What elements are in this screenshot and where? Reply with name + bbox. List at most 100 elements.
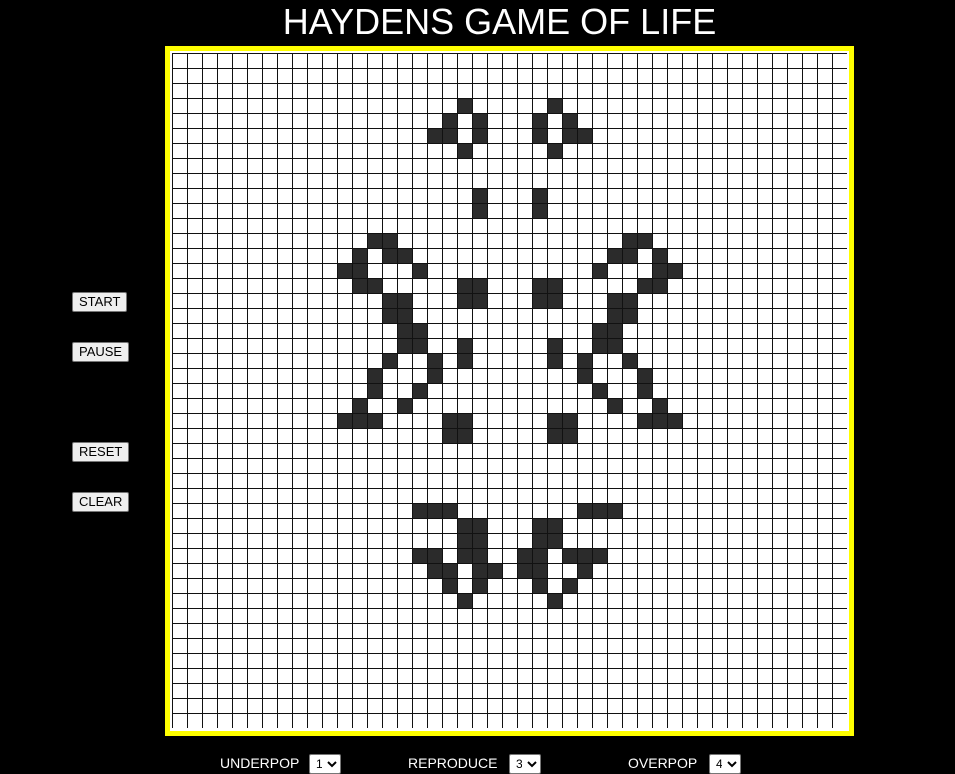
grid-cell[interactable] [517,668,532,683]
grid-cell[interactable] [697,473,712,488]
grid-cell-alive[interactable] [427,563,442,578]
grid-cell[interactable] [517,473,532,488]
grid-cell[interactable] [547,248,562,263]
grid-cell[interactable] [472,353,487,368]
grid-cell[interactable] [367,563,382,578]
grid-cell[interactable] [247,413,262,428]
grid-cell[interactable] [682,353,697,368]
grid-cell-alive[interactable] [457,143,472,158]
grid-cell[interactable] [727,518,742,533]
grid-cell[interactable] [187,158,202,173]
grid-cell[interactable] [457,503,472,518]
grid-cell[interactable] [832,518,847,533]
grid-cell[interactable] [517,173,532,188]
grid-cell[interactable] [232,368,247,383]
grid-cell[interactable] [712,353,727,368]
grid-cell[interactable] [667,683,682,698]
grid-cell[interactable] [262,623,277,638]
grid-cell[interactable] [742,623,757,638]
grid-cell[interactable] [322,158,337,173]
grid-cell[interactable] [742,518,757,533]
grid-cell[interactable] [307,503,322,518]
grid-cell[interactable] [787,308,802,323]
grid-cell[interactable] [337,143,352,158]
grid-cell[interactable] [367,548,382,563]
grid-cell[interactable] [187,413,202,428]
grid-cell[interactable] [337,158,352,173]
grid-cell[interactable] [187,683,202,698]
grid-cell[interactable] [562,398,577,413]
grid-cell[interactable] [322,593,337,608]
grid-cell[interactable] [502,488,517,503]
grid-cell[interactable] [742,188,757,203]
grid-cell[interactable] [232,83,247,98]
grid-cell[interactable] [487,683,502,698]
grid-cell[interactable] [172,383,187,398]
grid-cell[interactable] [412,233,427,248]
grid-cell[interactable] [547,668,562,683]
grid-cell[interactable] [367,263,382,278]
grid-cell[interactable] [337,338,352,353]
grid-cell-alive[interactable] [457,278,472,293]
grid-cell[interactable] [202,263,217,278]
grid-cell[interactable] [247,233,262,248]
grid-cell[interactable] [592,533,607,548]
grid-cell[interactable] [412,428,427,443]
grid-cell[interactable] [712,263,727,278]
grid-cell[interactable] [337,323,352,338]
grid-cell-alive[interactable] [367,278,382,293]
clear-button[interactable]: CLEAR [72,492,130,512]
grid-cell[interactable] [457,128,472,143]
grid-cell[interactable] [532,158,547,173]
grid-cell[interactable] [277,518,292,533]
grid-cell[interactable] [412,443,427,458]
grid-cell[interactable] [787,98,802,113]
grid-cell[interactable] [517,653,532,668]
grid-cell[interactable] [652,368,667,383]
grid-cell[interactable] [232,473,247,488]
grid-cell[interactable] [787,443,802,458]
grid-cell[interactable] [622,668,637,683]
grid-cell-alive[interactable] [517,548,532,563]
grid-cell[interactable] [472,218,487,233]
grid-cell[interactable] [697,548,712,563]
grid-cell[interactable] [727,398,742,413]
grid-cell[interactable] [247,428,262,443]
grid-cell[interactable] [817,203,832,218]
grid-cell[interactable] [232,638,247,653]
grid-cell[interactable] [412,623,427,638]
grid-cell[interactable] [292,638,307,653]
grid-cell[interactable] [187,398,202,413]
grid-cell[interactable] [232,593,247,608]
grid-cell[interactable] [742,653,757,668]
grid-cell-alive[interactable] [457,338,472,353]
grid-cell[interactable] [262,428,277,443]
grid-cell[interactable] [367,593,382,608]
grid-cell[interactable] [757,338,772,353]
grid-cell[interactable] [757,653,772,668]
grid-cell[interactable] [202,518,217,533]
grid-cell[interactable] [772,398,787,413]
grid-cell[interactable] [532,638,547,653]
grid-cell[interactable] [667,578,682,593]
grid-cell[interactable] [262,158,277,173]
grid-cell[interactable] [592,113,607,128]
grid-cell[interactable] [337,683,352,698]
grid-cell[interactable] [427,263,442,278]
grid-cell[interactable] [757,98,772,113]
grid-cell[interactable] [232,53,247,68]
grid-cell[interactable] [757,188,772,203]
grid-cell[interactable] [637,68,652,83]
grid-cell[interactable] [772,473,787,488]
grid-cell[interactable] [397,608,412,623]
grid-cell[interactable] [277,143,292,158]
grid-cell[interactable] [742,683,757,698]
grid-cell[interactable] [517,308,532,323]
grid-cell[interactable] [352,713,367,728]
grid-cell[interactable] [832,413,847,428]
grid-cell[interactable] [367,458,382,473]
grid-cell[interactable] [502,668,517,683]
grid-cell[interactable] [772,263,787,278]
grid-cell[interactable] [382,518,397,533]
grid-cell[interactable] [352,638,367,653]
